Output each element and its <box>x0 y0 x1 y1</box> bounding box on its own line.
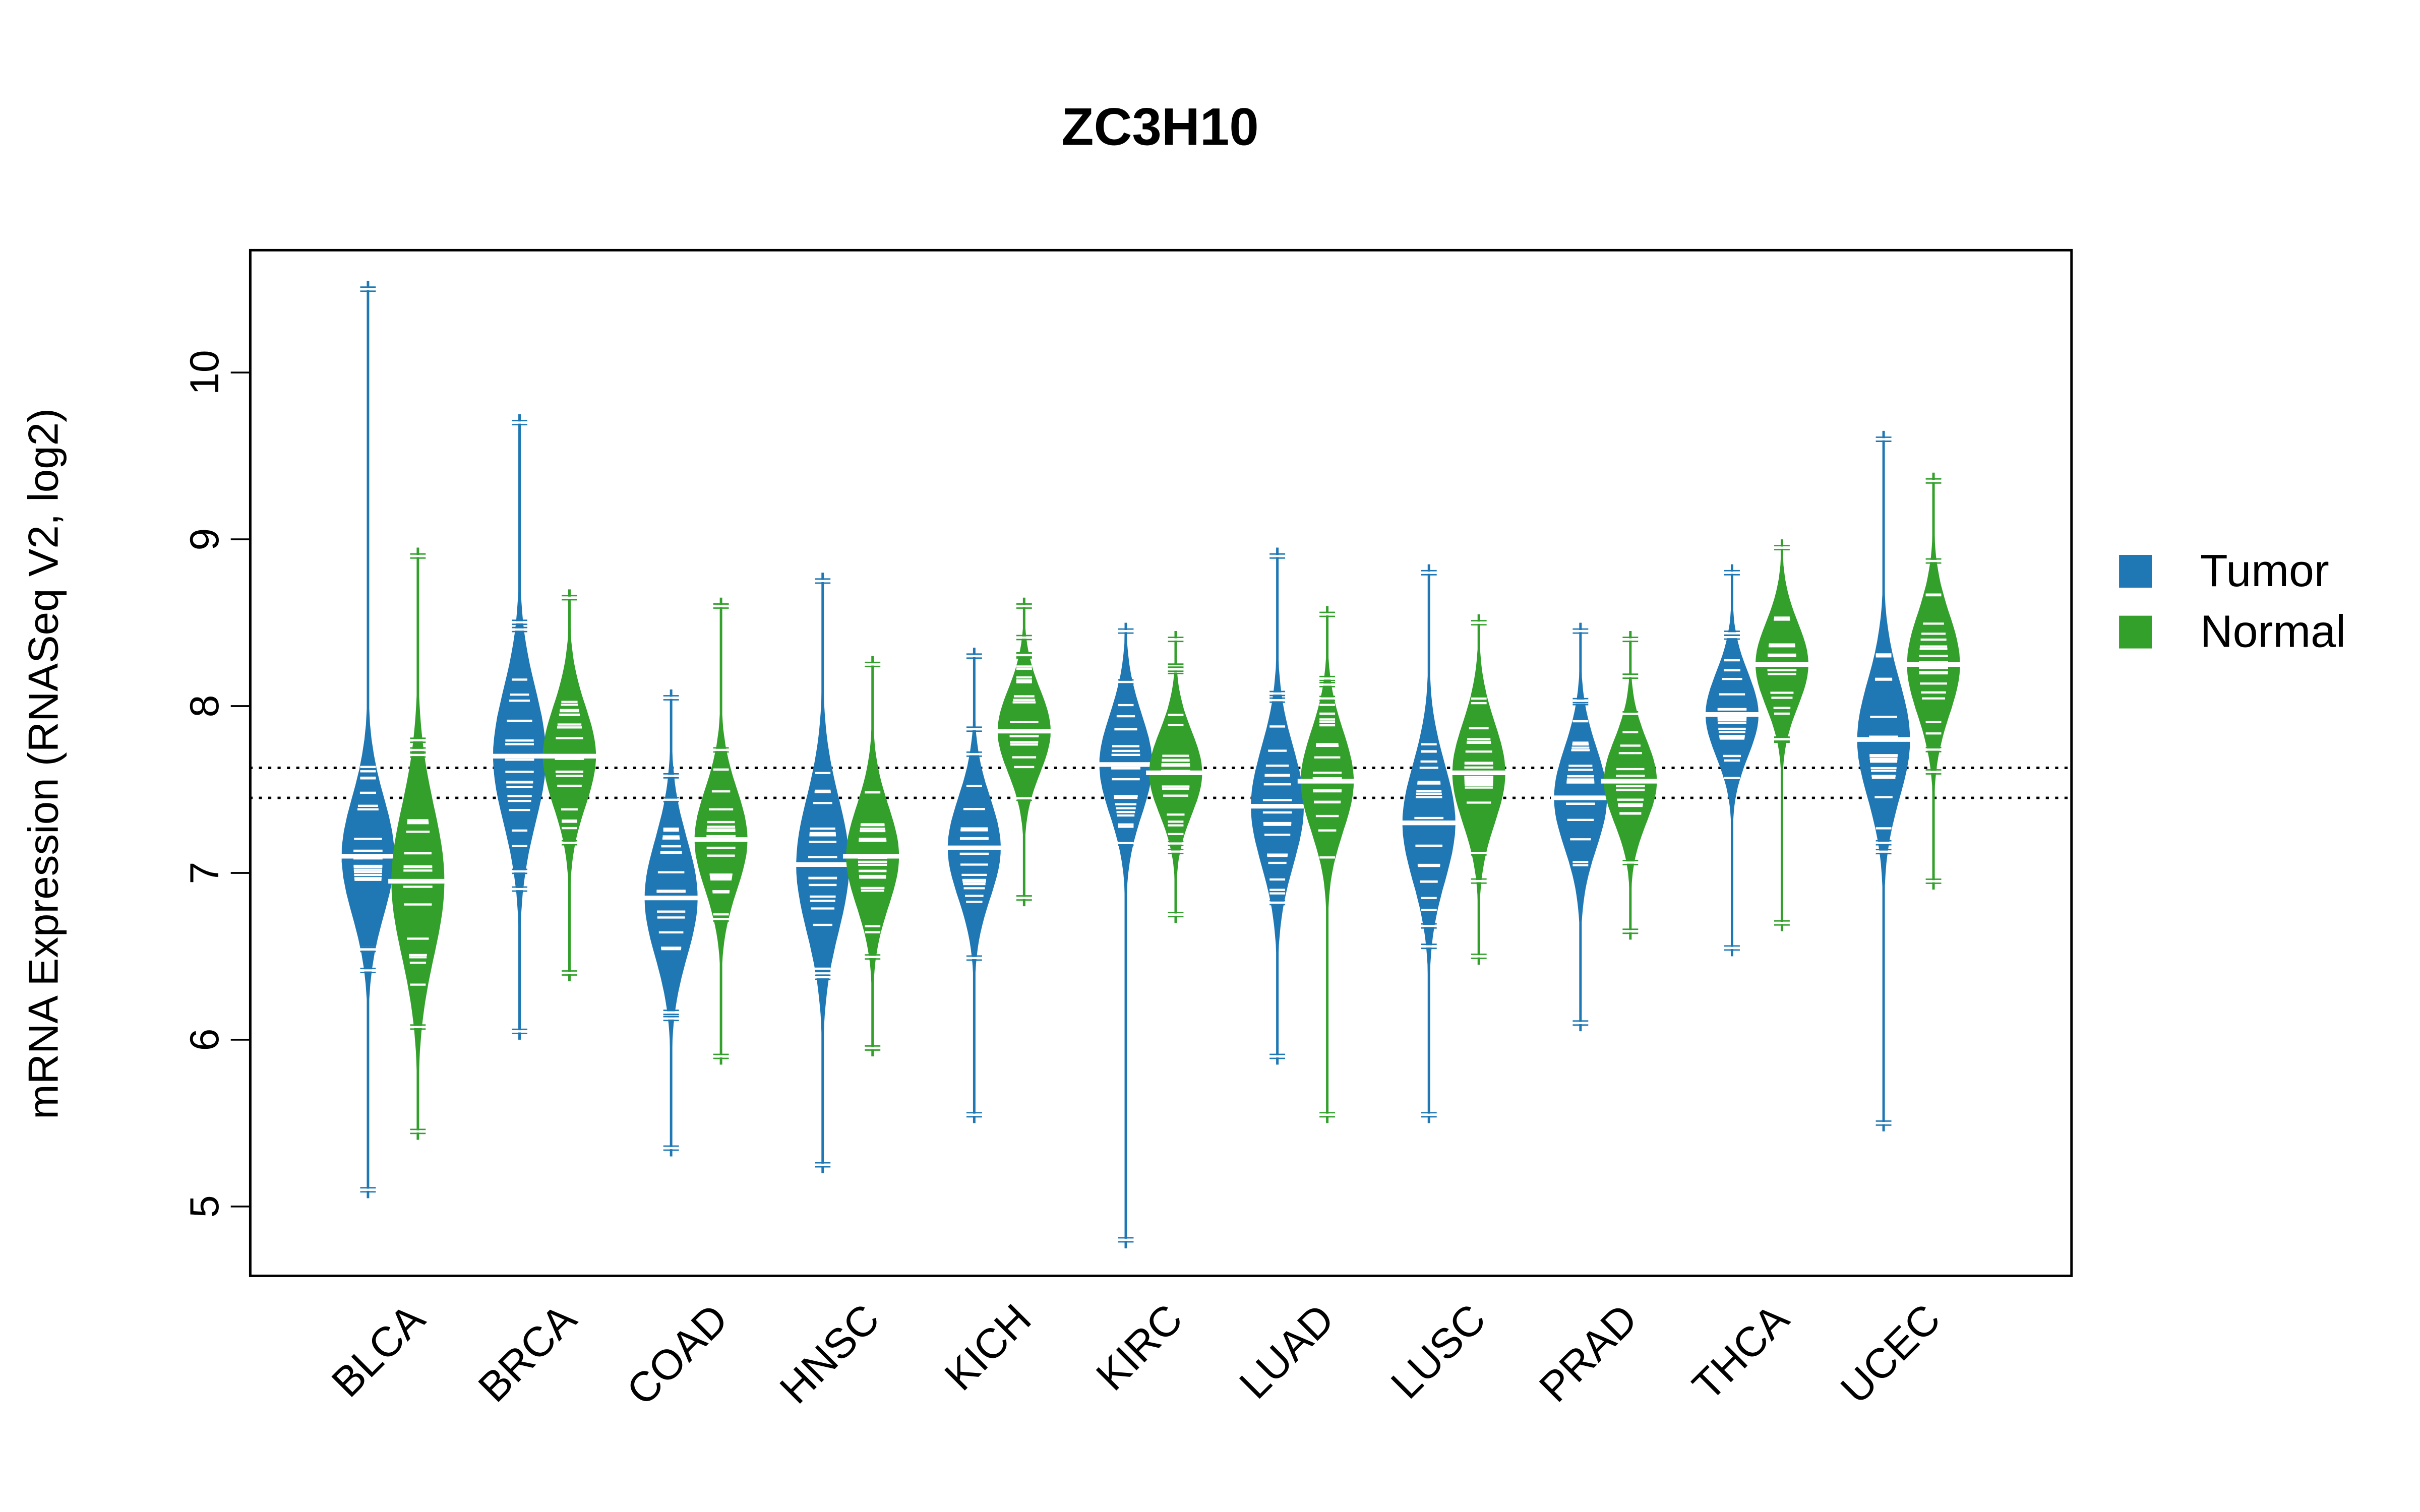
y-axis: 5 6 7 8 9 10 <box>182 350 250 1218</box>
bean-tumor-kirc <box>1096 622 1156 1248</box>
bean-normal-thca <box>1752 539 1812 931</box>
chart-title: ZC3H10 <box>1061 98 1259 157</box>
bean-normal-prad <box>1601 631 1660 940</box>
bean-density <box>1554 622 1607 1032</box>
bean-normal-coad <box>691 597 751 1065</box>
legend-label-tumor: Tumor <box>2200 546 2329 596</box>
bean-tumor-ucec <box>1854 430 1913 1131</box>
x-tick-label: KIRC <box>1087 1295 1192 1400</box>
x-tick-label: BRCA <box>469 1295 585 1411</box>
y-tick-label: 7 <box>182 862 227 885</box>
bean-normal-ucec <box>1904 472 1963 890</box>
bean-density <box>493 414 547 1040</box>
beanplot-chart: ZC3H10 mRNA Expression (RNASeq V2, log2)… <box>19 98 2346 1414</box>
x-tick-label: LUAD <box>1230 1295 1343 1408</box>
x-tick-label: LUSC <box>1382 1295 1495 1408</box>
bean-tumor-lusc <box>1399 564 1459 1123</box>
bean-density <box>1452 614 1505 965</box>
bean-tumor-coad <box>641 689 701 1157</box>
plot-area <box>249 281 2071 1248</box>
bean-density <box>1755 539 1809 931</box>
bean-density <box>391 547 445 1140</box>
bean-tumor-blca <box>338 281 398 1199</box>
bean-density <box>1857 430 1910 1131</box>
x-tick-label: HNSC <box>770 1295 888 1413</box>
x-axis: BLCA BRCA COAD HNSC KICH KIRC LUAD LUSC PRAD THCA… <box>322 1295 1949 1414</box>
y-tick-label: 9 <box>182 528 227 551</box>
y-axis-label: mRNA Expression (RNASeq V2, log2) <box>19 408 67 1119</box>
bean-density <box>997 597 1051 907</box>
bean-density <box>341 281 395 1199</box>
bean-normal-kich <box>994 597 1054 907</box>
x-tick-label: UCEC <box>1832 1295 1950 1413</box>
x-tick-label: THCA <box>1683 1295 1798 1409</box>
bean-normal-blca <box>388 547 448 1140</box>
y-tick-label: 5 <box>182 1195 227 1218</box>
bean-normal-brca <box>539 589 599 981</box>
y-tick-label: 8 <box>182 695 227 718</box>
bean-density <box>644 689 698 1157</box>
y-tick-label: 6 <box>182 1029 227 1051</box>
bean-tumor-brca <box>490 414 550 1040</box>
legend-swatch-tumor <box>2119 555 2152 588</box>
bean-tumor-prad <box>1551 622 1610 1032</box>
bean-normal-hnsc <box>842 656 902 1056</box>
bean-density <box>1402 564 1456 1123</box>
x-tick-label: KICH <box>935 1295 1040 1400</box>
bean-normal-kirc <box>1146 631 1205 923</box>
bean-normal-luad <box>1297 606 1357 1123</box>
bean-density <box>1149 631 1202 923</box>
legend-swatch-normal <box>2119 615 2152 649</box>
y-tick-label: 10 <box>182 350 227 395</box>
bean-normal-lusc <box>1449 614 1508 965</box>
bean-density <box>796 573 850 1173</box>
bean-density <box>947 648 1001 1123</box>
x-tick-label: BLCA <box>322 1295 434 1406</box>
legend-label-normal: Normal <box>2200 607 2346 657</box>
bean-tumor-luad <box>1247 547 1307 1065</box>
x-tick-label: COAD <box>617 1295 737 1414</box>
x-tick-label: PRAD <box>1530 1295 1647 1411</box>
bean-tumor-hnsc <box>793 573 853 1173</box>
bean-density <box>1907 472 1960 890</box>
bean-tumor-kich <box>944 648 1004 1123</box>
legend: Tumor Normal <box>2119 546 2346 657</box>
bean-tumor-thca <box>1702 564 1762 957</box>
